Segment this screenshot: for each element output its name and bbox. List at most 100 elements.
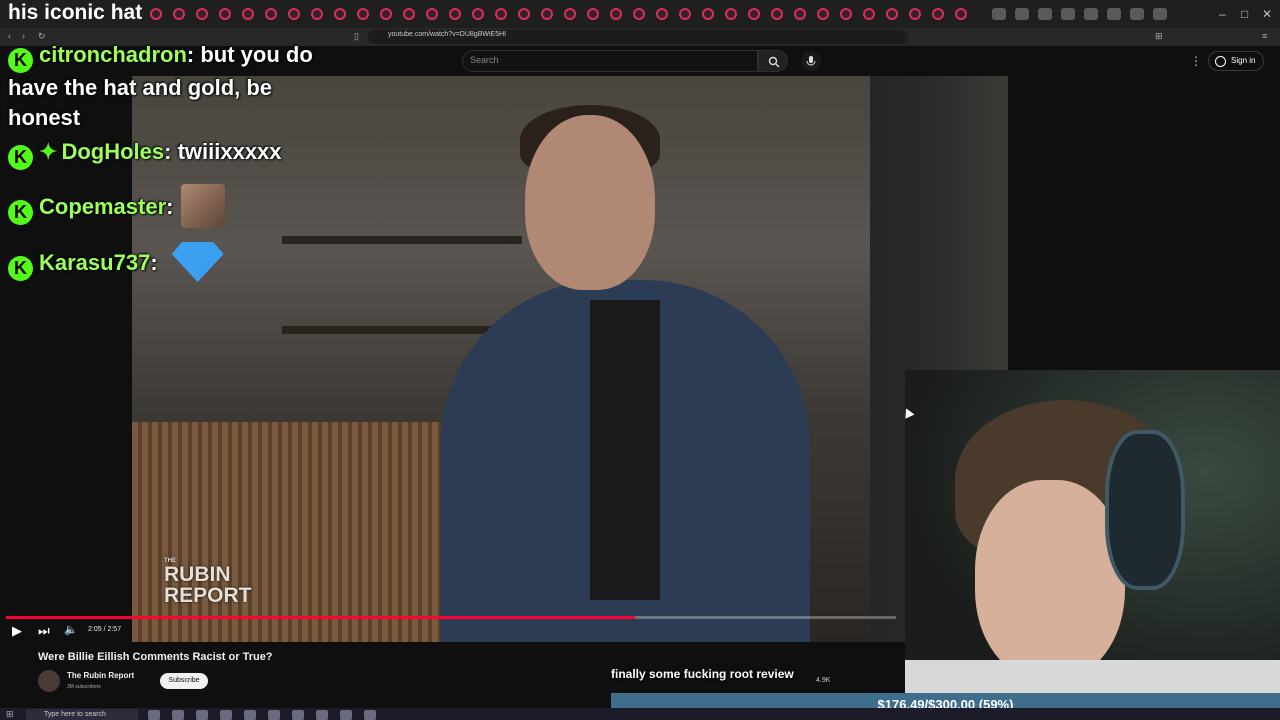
taskbar-app-icon[interactable] [292, 710, 304, 720]
sign-in-button[interactable]: Sign in [1208, 51, 1264, 71]
next-icon[interactable]: ⏭ [38, 623, 50, 639]
tab-favicon-icon[interactable] [311, 8, 323, 20]
tab-favicon-icon[interactable] [1153, 8, 1167, 20]
channel-watermark: THE RUBIN REPORT [164, 558, 252, 606]
close-icon[interactable]: ✕ [1262, 7, 1272, 21]
tab-strip[interactable] [150, 8, 967, 20]
host-shirt [590, 300, 660, 600]
streamer-webcam [905, 370, 1280, 708]
diamond-emote-icon [171, 242, 224, 282]
tab-favicon-icon[interactable] [610, 8, 622, 20]
search-button[interactable] [758, 50, 788, 72]
tab-favicon-icon[interactable] [403, 8, 415, 20]
channel-name[interactable]: The Rubin Report [67, 671, 134, 680]
volume-icon[interactable]: 🔈 [64, 623, 78, 636]
tab-favicon-icon[interactable] [1084, 8, 1098, 20]
tab-favicon-icon[interactable] [748, 8, 760, 20]
wood-paneling [132, 422, 462, 642]
tab-favicon-icon[interactable] [992, 8, 1006, 20]
video-title: Were Billie Eillish Comments Racist or T… [38, 651, 273, 663]
subscribe-button[interactable]: Subscribe [160, 673, 208, 689]
progress-bar[interactable] [6, 616, 896, 619]
taskbar-app-icon[interactable] [316, 710, 328, 720]
tab-favicon-icon[interactable] [1107, 8, 1121, 20]
windows-start-icon[interactable]: ⊞ [6, 709, 14, 720]
search-placeholder[interactable]: Search [470, 55, 499, 65]
url-text[interactable]: youtube.com/watch?v=DU8gBWiE5HI [388, 31, 506, 38]
chat-message: K Copemaster: [8, 184, 328, 228]
tab-favicon-icon[interactable] [1038, 8, 1052, 20]
kick-badge-icon: K [8, 256, 33, 281]
tab-favicon-icon[interactable] [679, 8, 691, 20]
extensions-icon[interactable]: ⊞ [1155, 31, 1163, 42]
tab-favicon-icon[interactable] [288, 8, 300, 20]
tab-favicon-icon[interactable] [771, 8, 783, 20]
tab-favicon-icon[interactable] [1061, 8, 1075, 20]
play-icon[interactable]: ▶ [12, 623, 22, 639]
tab-favicon-icon[interactable] [173, 8, 185, 20]
tab-favicon-icon[interactable] [564, 8, 576, 20]
tab-favicon-icon[interactable] [518, 8, 530, 20]
minimize-icon[interactable]: – [1219, 7, 1226, 21]
chat-colon: : [166, 194, 174, 219]
tab-favicon-icon[interactable] [357, 8, 369, 20]
taskbar-app-icon[interactable] [148, 710, 160, 720]
account-icon [1215, 56, 1226, 67]
tab-favicon-icon[interactable] [265, 8, 277, 20]
progress-fill [6, 616, 636, 619]
channel-avatar[interactable] [38, 670, 60, 692]
like-count[interactable]: 4.9K [816, 677, 830, 684]
taskbar-apps[interactable] [148, 710, 376, 720]
chat-message: K ✦ DogHoles: twiiixxxxx [8, 137, 328, 170]
tab-favicon-icon[interactable] [495, 8, 507, 20]
microphone-button[interactable] [801, 51, 821, 71]
tab-favicon-icon[interactable] [1015, 8, 1029, 20]
taskbar-search-placeholder[interactable]: Type here to search [44, 711, 106, 718]
tab-favicon-icon[interactable] [587, 8, 599, 20]
tab-favicon-icon[interactable] [840, 8, 852, 20]
search-input[interactable] [462, 50, 758, 72]
tab-favicon-icon[interactable] [863, 8, 875, 20]
tab-favicon-icon[interactable] [725, 8, 737, 20]
tab-favicon-icon[interactable] [219, 8, 231, 20]
more-options-icon[interactable]: ⋮ [1190, 54, 1202, 68]
tab-favicon-icon[interactable] [955, 8, 967, 20]
tab-favicon-icon[interactable] [472, 8, 484, 20]
tab-favicon-icon[interactable] [909, 8, 921, 20]
tab-favicon-icon[interactable] [242, 8, 254, 20]
kick-badge-icon: K [8, 200, 33, 225]
sparkle-badge-icon: ✦ [39, 139, 58, 164]
maximize-icon[interactable]: □ [1241, 7, 1248, 21]
tab-favicon-icon[interactable] [334, 8, 346, 20]
bookmark-icon[interactable]: ▯ [354, 31, 359, 42]
tab-favicon-icon[interactable] [1130, 8, 1144, 20]
search-icon [768, 56, 780, 68]
tab-favicon-icon[interactable] [633, 8, 645, 20]
tab-favicon-icon[interactable] [541, 8, 553, 20]
tab-favicon-icon[interactable] [380, 8, 392, 20]
screen: his iconic hat – □ ✕ ‹ › ↻ ▯ youtube.com… [0, 0, 1280, 720]
tab-favicon-icon[interactable] [702, 8, 714, 20]
tab-favicon-icon[interactable] [794, 8, 806, 20]
tab-favicon-icon[interactable] [932, 8, 944, 20]
taskbar-app-icon[interactable] [364, 710, 376, 720]
chat-username: Karasu737 [39, 250, 151, 275]
taskbar-app-icon[interactable] [244, 710, 256, 720]
chat-colon: : [150, 250, 158, 275]
taskbar-app-icon[interactable] [196, 710, 208, 720]
tab-favicon-icon[interactable] [449, 8, 461, 20]
tab-title[interactable]: his iconic hat [8, 1, 142, 25]
tab-favicon-icon[interactable] [196, 8, 208, 20]
taskbar-app-icon[interactable] [268, 710, 280, 720]
taskbar-app-icon[interactable] [172, 710, 184, 720]
menu-icon[interactable]: ≡ [1262, 31, 1267, 41]
tab-favicon-icon[interactable] [426, 8, 438, 20]
pinned-tabs[interactable] [992, 8, 1167, 20]
chat-colon: : [164, 139, 178, 164]
taskbar-app-icon[interactable] [220, 710, 232, 720]
tab-favicon-icon[interactable] [817, 8, 829, 20]
tab-favicon-icon[interactable] [656, 8, 668, 20]
tab-favicon-icon[interactable] [150, 8, 162, 20]
tab-favicon-icon[interactable] [886, 8, 898, 20]
taskbar-app-icon[interactable] [340, 710, 352, 720]
